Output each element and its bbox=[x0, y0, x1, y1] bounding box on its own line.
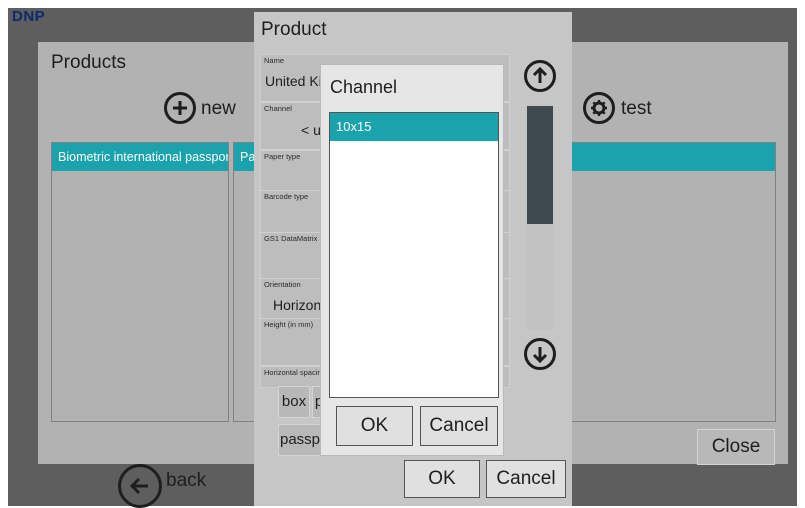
box-tag[interactable]: box bbox=[278, 386, 310, 418]
product-ok-button[interactable]: OK bbox=[404, 460, 480, 498]
dnp-logo: DNP bbox=[12, 8, 46, 25]
gs1-datamatrix-field-label: GS1 DataMatrix bbox=[264, 234, 318, 243]
channel-dialog-title: Channel bbox=[330, 77, 398, 97]
list-header-biometric[interactable]: Biometric international passport bbox=[52, 143, 228, 171]
orientation-field-label: Orientation bbox=[264, 280, 301, 289]
channel-field-label: Channel bbox=[264, 104, 292, 113]
products-list-left[interactable]: Biometric international passport bbox=[51, 142, 229, 422]
back-button[interactable]: back bbox=[118, 464, 248, 508]
arrow-left-icon bbox=[118, 464, 162, 508]
scrollbar-track[interactable] bbox=[527, 106, 553, 330]
channel-dialog: Channel 10x15 OK Cancel bbox=[320, 64, 504, 456]
products-title: Products bbox=[51, 52, 126, 73]
scroll-down-button[interactable] bbox=[524, 338, 556, 370]
product-cancel-button[interactable]: Cancel bbox=[486, 460, 566, 498]
passport-tag[interactable]: passp bbox=[278, 424, 322, 456]
barcode-type-field-label: Barcode type bbox=[264, 192, 309, 201]
channel-list-item-selected[interactable]: 10x15 bbox=[330, 113, 498, 141]
new-label: new bbox=[201, 98, 236, 119]
scrollbar-thumb[interactable] bbox=[527, 106, 553, 224]
test-button[interactable]: test bbox=[583, 92, 673, 128]
channel-cancel-button[interactable]: Cancel bbox=[420, 406, 498, 446]
product-title: Product bbox=[261, 19, 327, 40]
paper-type-field-label: Paper type bbox=[264, 152, 301, 161]
height-field-label: Height (in mm) bbox=[264, 320, 314, 329]
horizontal-spacing-field-label: Horizontal spacin bbox=[264, 368, 322, 377]
plus-icon bbox=[164, 92, 196, 124]
scroll-up-button[interactable] bbox=[524, 60, 556, 92]
channel-ok-button[interactable]: OK bbox=[336, 406, 413, 446]
test-label: test bbox=[621, 98, 652, 119]
name-field-value: United Kir bbox=[265, 73, 327, 89]
orientation-field-value: Horizon bbox=[273, 297, 322, 313]
back-label: back bbox=[166, 470, 207, 491]
channel-list[interactable]: 10x15 bbox=[329, 112, 499, 398]
close-button[interactable]: Close bbox=[697, 429, 775, 465]
gear-icon bbox=[583, 92, 615, 124]
name-field-label: Name bbox=[264, 56, 285, 65]
new-button[interactable]: new bbox=[164, 92, 254, 128]
